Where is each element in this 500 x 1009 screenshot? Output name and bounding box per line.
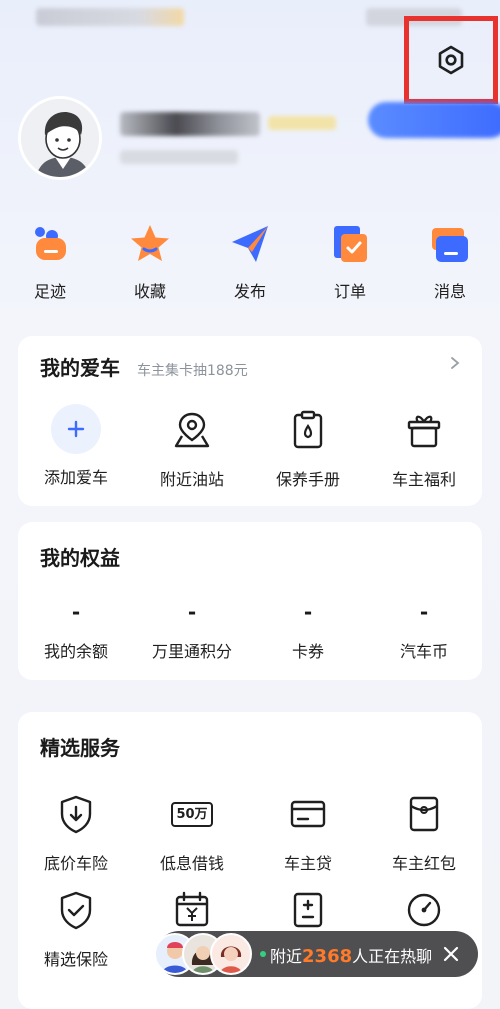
- paper-plane-icon: [232, 226, 268, 262]
- equity-title: 我的权益: [40, 546, 120, 570]
- equity-label: 我的余额: [43, 642, 108, 661]
- fifty-wan-icon: 50万: [170, 792, 214, 836]
- maintenance-book-button[interactable]: 保养手册: [250, 408, 366, 490]
- service-insurance-low-price[interactable]: 底价车险: [18, 792, 134, 874]
- profile-action-button[interactable]: [368, 102, 500, 138]
- quick-action-label: 消息: [433, 282, 466, 301]
- service-selected-insurance[interactable]: 精选保险: [18, 888, 134, 970]
- my-car-title-text: 我的爱车: [40, 356, 120, 380]
- cell-label: 精选保险: [43, 950, 108, 969]
- quick-action-footprint[interactable]: 足迹: [0, 222, 100, 312]
- shield-down-icon: [60, 795, 92, 834]
- footprint-icon: [35, 227, 66, 260]
- shield-check-icon: [60, 891, 92, 930]
- equity-label: 万里通积分: [151, 642, 232, 661]
- equity-value: -: [187, 600, 197, 624]
- card-icon: [290, 800, 326, 828]
- cell-label: 添加爱车: [43, 468, 108, 487]
- order-icon: [334, 226, 367, 262]
- equity-points[interactable]: - 万里通积分: [134, 600, 250, 662]
- floating-chat-suffix: 人正在热聊: [352, 947, 433, 966]
- equity-balance[interactable]: - 我的余额: [18, 600, 134, 662]
- quick-action-label: 收藏: [133, 282, 166, 301]
- quick-action-label: 发布: [233, 282, 266, 301]
- quick-action-label: 足迹: [33, 282, 66, 301]
- my-car-subtitle[interactable]: 车主集卡抽188元: [137, 363, 248, 379]
- cell-label: 车主贷: [283, 854, 332, 873]
- my-car-title: 我的爱车 车主集卡抽188元: [40, 352, 248, 381]
- user-subtext-blur: [120, 150, 238, 164]
- cell-label: 底价车险: [43, 854, 108, 873]
- settings-button[interactable]: [404, 16, 498, 104]
- floating-chat-prefix: 附近: [270, 947, 303, 966]
- equity-label: 卡券: [291, 642, 324, 661]
- services-row-1: 底价车险 50万 低息借钱 车主贷 车主红包: [18, 792, 482, 874]
- equity-grid: - 我的余额 - 万里通积分 - 卡券 - 汽车币: [18, 600, 482, 662]
- quick-actions: 足迹 收藏 发布 订单 消息: [0, 222, 500, 312]
- cell-label: 车主福利: [391, 470, 456, 489]
- nearby-gas-button[interactable]: 附近油站: [134, 408, 250, 490]
- service-red-packet[interactable]: 车主红包: [366, 792, 482, 874]
- equity-value: -: [419, 600, 429, 624]
- plus-icon: [51, 404, 101, 454]
- status-bar-left-blur: [36, 8, 184, 26]
- my-car-grid: 添加爱车 附近油站 保养手册 车主福利: [18, 404, 482, 490]
- quick-action-orders[interactable]: 订单: [300, 222, 400, 312]
- clipboard-icon: [293, 410, 323, 449]
- equity-value: -: [71, 600, 81, 624]
- calendar-yen-icon: [175, 891, 209, 927]
- settings-hexagon-icon[interactable]: [435, 44, 467, 76]
- add-car-button[interactable]: 添加爱车: [18, 404, 134, 490]
- username-blur: [120, 112, 260, 136]
- plus-minus-icon: [293, 892, 323, 928]
- quick-action-publish[interactable]: 发布: [200, 222, 300, 312]
- chevron-right-icon[interactable]: [448, 356, 462, 370]
- close-icon[interactable]: [442, 945, 460, 963]
- cell-label: 车主红包: [391, 854, 456, 873]
- quick-action-label: 订单: [333, 282, 366, 301]
- floating-chat-count: 2368: [302, 946, 353, 967]
- fifty-wan-icon-text: 50万: [171, 801, 213, 827]
- my-equity-card: 我的权益 - 我的余额 - 万里通积分 - 卡券 - 汽车币: [18, 522, 482, 680]
- quick-action-favorites[interactable]: 收藏: [100, 222, 200, 312]
- red-packet-icon: [409, 796, 439, 832]
- badge-blur: [268, 116, 336, 130]
- online-dot: [260, 951, 266, 957]
- quick-action-messages[interactable]: 消息: [400, 222, 500, 312]
- message-icon: [432, 228, 468, 262]
- gauge-icon: [407, 893, 441, 927]
- owner-benefits-button[interactable]: 车主福利: [366, 408, 482, 490]
- services-title: 精选服务: [40, 736, 120, 760]
- avatar[interactable]: [18, 96, 102, 180]
- equity-label: 汽车币: [399, 642, 448, 661]
- avatar-illustration-icon: [21, 99, 99, 177]
- map-pin-icon: [174, 412, 210, 448]
- cell-label: 保养手册: [275, 470, 340, 489]
- star-icon: [131, 225, 169, 261]
- cell-label: 附近油站: [159, 470, 224, 489]
- service-owner-loan[interactable]: 车主贷: [250, 792, 366, 874]
- chat-avatar-3: [210, 933, 252, 975]
- floating-chat-text: 附近2368人正在热聊: [270, 943, 432, 967]
- gift-icon: [407, 415, 441, 448]
- service-low-interest-loan[interactable]: 50万 低息借钱: [134, 792, 250, 874]
- equity-value: -: [303, 600, 313, 624]
- equity-coupons[interactable]: - 卡券: [250, 600, 366, 662]
- my-car-card: 我的爱车 车主集卡抽188元 添加爱车 附近油站 保养手册 车主福利: [18, 336, 482, 506]
- equity-car-coins[interactable]: - 汽车币: [366, 600, 482, 662]
- cell-label: 低息借钱: [159, 854, 224, 873]
